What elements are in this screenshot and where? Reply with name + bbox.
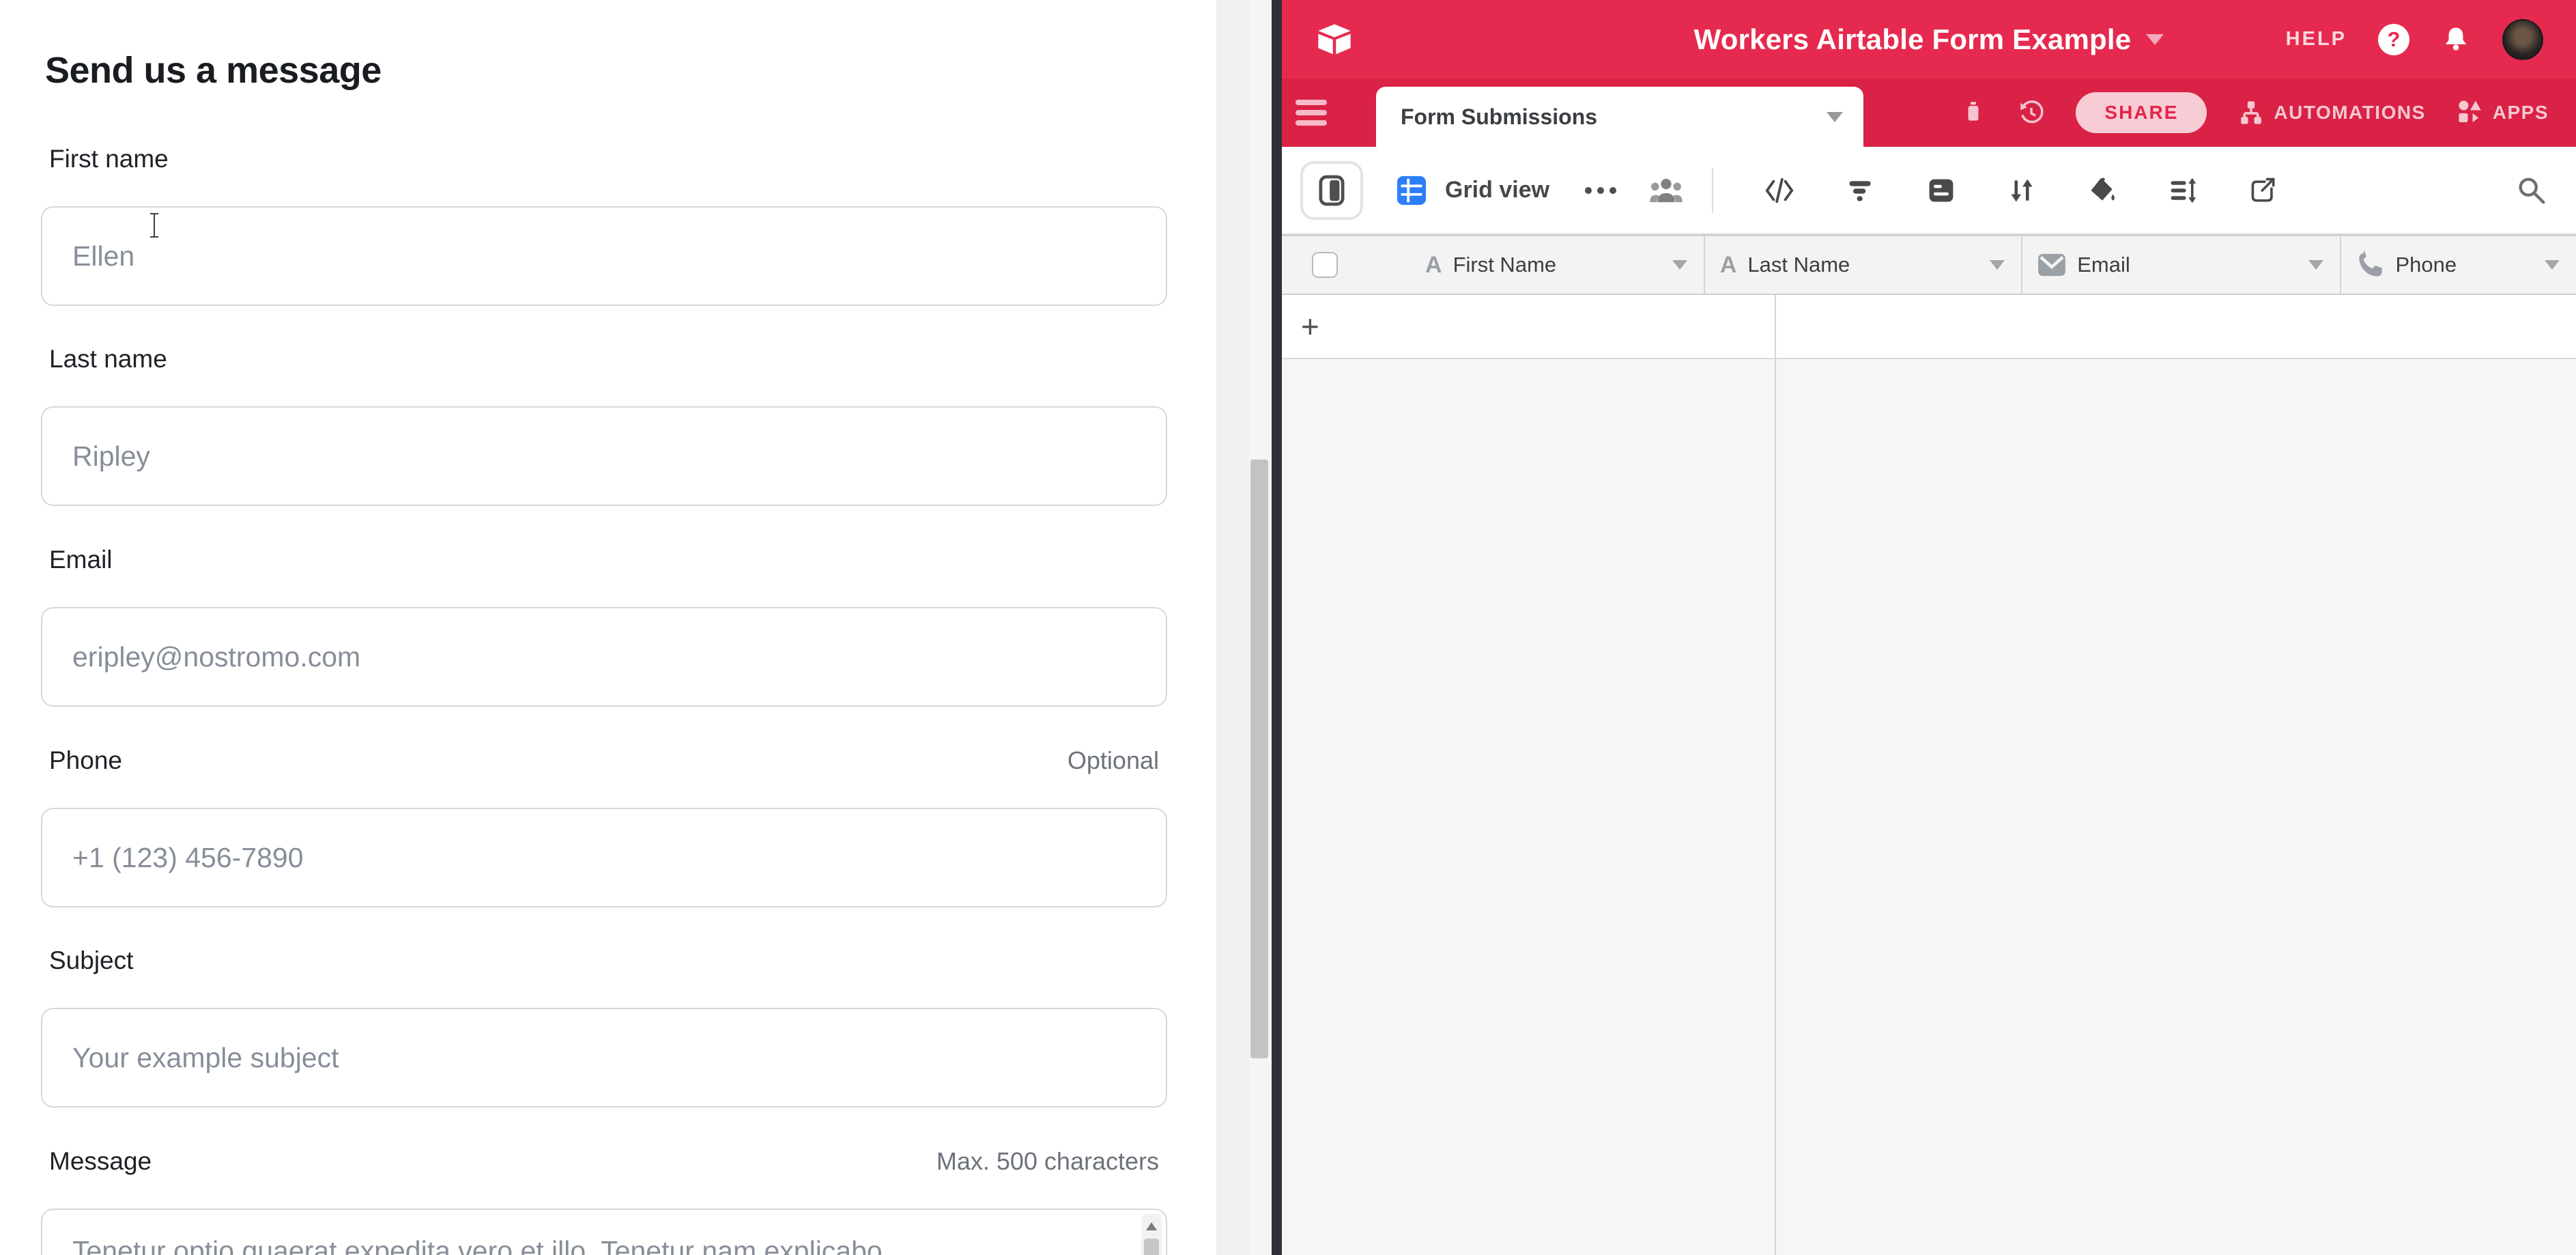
help-question-icon[interactable]: ? — [2378, 24, 2409, 55]
column-caret-icon[interactable] — [1672, 260, 1687, 270]
add-record-row[interactable]: + — [1282, 295, 2576, 359]
color-fill-icon[interactable] — [2087, 175, 2117, 206]
share-view-icon[interactable] — [2248, 175, 2278, 206]
email-label: Email — [49, 546, 113, 574]
airtable-window: Workers Airtable Form Example HELP ? — [1282, 0, 2576, 1255]
column-header-phone[interactable]: Phone — [2341, 236, 2576, 294]
phone-label: Phone — [49, 746, 122, 775]
textarea-scrollbar[interactable] — [1141, 1214, 1162, 1255]
subject-input[interactable] — [41, 1008, 1167, 1108]
automations-button[interactable]: AUTOMATIONS — [2237, 98, 2425, 127]
scroll-up-arrow-icon[interactable] — [1146, 1222, 1157, 1230]
email-field-icon — [2037, 253, 2066, 277]
view-sidebar-toggle-button[interactable] — [1300, 161, 1363, 220]
base-title-caret-icon[interactable] — [2146, 34, 2164, 45]
apps-icon — [2456, 98, 2485, 127]
filter-icon[interactable] — [1846, 175, 1876, 206]
email-field[interactable] — [41, 607, 1167, 707]
help-button[interactable]: HELP — [2286, 28, 2347, 51]
text-field-icon: A — [1720, 253, 1737, 277]
column-header-last-name[interactable]: A Last Name — [1705, 236, 2022, 294]
view-toolbar: Grid view — [1282, 147, 2576, 235]
user-avatar[interactable] — [2502, 19, 2543, 60]
field-last-name: Last name — [41, 345, 1167, 506]
collaborators-icon[interactable] — [1649, 176, 1683, 205]
phone-field-icon — [2356, 251, 2385, 279]
field-subject: Subject — [41, 946, 1167, 1108]
select-all-checkbox[interactable] — [1312, 252, 1338, 278]
add-record-plus-icon[interactable]: + — [1301, 311, 1319, 342]
tab-form-submissions[interactable]: Form Submissions — [1376, 87, 1863, 147]
hide-fields-icon[interactable] — [1764, 175, 1795, 206]
notifications-bell-icon[interactable] — [2441, 25, 2471, 55]
grid-body — [1282, 359, 2576, 1255]
page-title: Send us a message — [45, 49, 382, 91]
base-title[interactable]: Workers Airtable Form Example — [1694, 23, 2132, 56]
airtable-app-header: Workers Airtable Form Example HELP ? — [1282, 0, 2576, 79]
airtable-logo-icon[interactable] — [1316, 23, 1353, 56]
history-icon[interactable] — [2017, 98, 2046, 127]
screen: Send us a message First name Last name E… — [0, 0, 2576, 1255]
message-maxchars-note: Max. 500 characters — [936, 1147, 1159, 1176]
view-options-ellipsis-icon[interactable] — [1585, 187, 1616, 194]
grid-header-row: A First Name A Last Name Email — [1282, 235, 2576, 295]
field-email: Email — [41, 546, 1167, 707]
phone-input[interactable] — [41, 808, 1167, 907]
last-name-label: Last name — [49, 345, 167, 373]
contact-form-panel: Send us a message First name Last name E… — [0, 0, 1216, 1255]
automations-icon — [2237, 98, 2265, 127]
column-caret-icon[interactable] — [1990, 260, 2005, 270]
column-caret-icon[interactable] — [2308, 260, 2323, 270]
primary-column-divider — [1775, 295, 1776, 1255]
subject-label: Subject — [49, 946, 133, 975]
trash-icon[interactable] — [1960, 99, 1987, 126]
field-message: Message Max. 500 characters Tenetur opti… — [41, 1147, 1167, 1255]
field-first-name: First name — [41, 145, 1167, 306]
window-divider — [1272, 0, 1282, 1255]
text-field-icon: A — [1425, 253, 1442, 277]
share-button[interactable]: SHARE — [2076, 92, 2207, 133]
grid-view-button[interactable]: Grid view — [1396, 175, 1549, 206]
tab-caret-icon[interactable] — [1827, 112, 1843, 122]
field-phone: Phone Optional — [41, 746, 1167, 907]
message-placeholder-text: Tenetur optio quaerat expedita vero et i… — [72, 1233, 1111, 1255]
apps-button[interactable]: APPS — [2456, 98, 2549, 127]
first-name-input[interactable] — [41, 206, 1167, 306]
last-name-input[interactable] — [41, 406, 1167, 506]
search-icon[interactable] — [2516, 175, 2547, 206]
message-label: Message — [49, 1147, 152, 1176]
table-tabs-bar: Form Submissions — [1282, 79, 2576, 147]
sort-icon[interactable] — [2007, 175, 2037, 206]
grid-view-icon — [1396, 175, 1427, 206]
message-textarea[interactable]: Tenetur optio quaerat expedita vero et i… — [41, 1209, 1167, 1255]
tables-menu-icon[interactable] — [1296, 98, 1327, 128]
page-scrollbar-thumb[interactable] — [1250, 460, 1268, 1058]
page-scrollbar-gutter — [1216, 0, 1272, 1255]
column-header-first-name[interactable]: A First Name — [1282, 236, 1705, 294]
phone-optional-note: Optional — [1068, 746, 1159, 775]
column-caret-icon[interactable] — [2545, 260, 2560, 270]
textarea-scroll-thumb[interactable] — [1144, 1239, 1159, 1255]
first-name-label: First name — [49, 145, 169, 173]
column-header-email[interactable]: Email — [2022, 236, 2341, 294]
group-icon[interactable] — [1926, 175, 1956, 206]
row-height-icon[interactable] — [2168, 175, 2198, 206]
